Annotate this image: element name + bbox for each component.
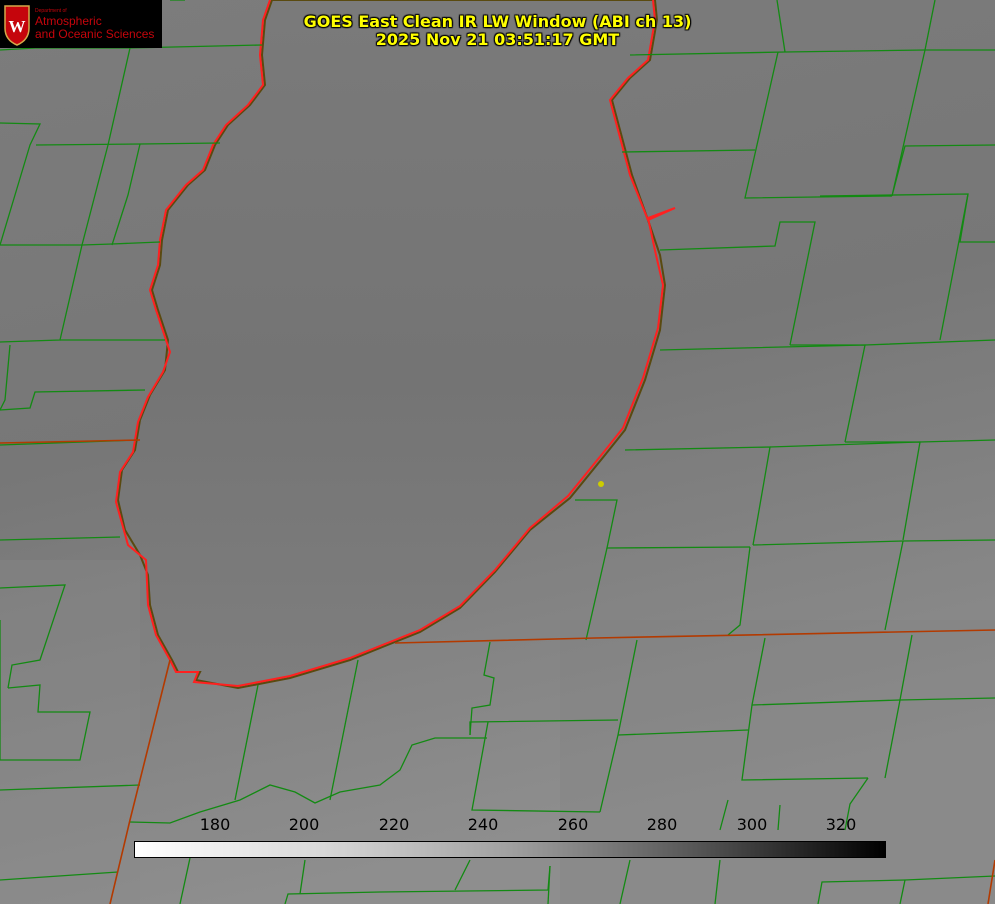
colorbar-tick: 240 [467,815,499,834]
image-title: GOES East Clean IR LW Window (ABI ch 13) [303,12,692,31]
image-timestamp: 2025 Nov 21 03:51:17 GMT [375,30,620,49]
colorbar-tick: 200 [288,815,320,834]
colorbar-tick: 180 [199,815,231,834]
colorbar-tick: 280 [646,815,678,834]
colorbar-tick: 260 [557,815,589,834]
location-marker [598,481,604,487]
satellite-map [0,0,995,904]
colorbar-tick: 220 [378,815,410,834]
colorbar-tick: 300 [736,815,768,834]
colorbar-tick: 320 [825,815,857,834]
temperature-colorbar [134,841,886,858]
